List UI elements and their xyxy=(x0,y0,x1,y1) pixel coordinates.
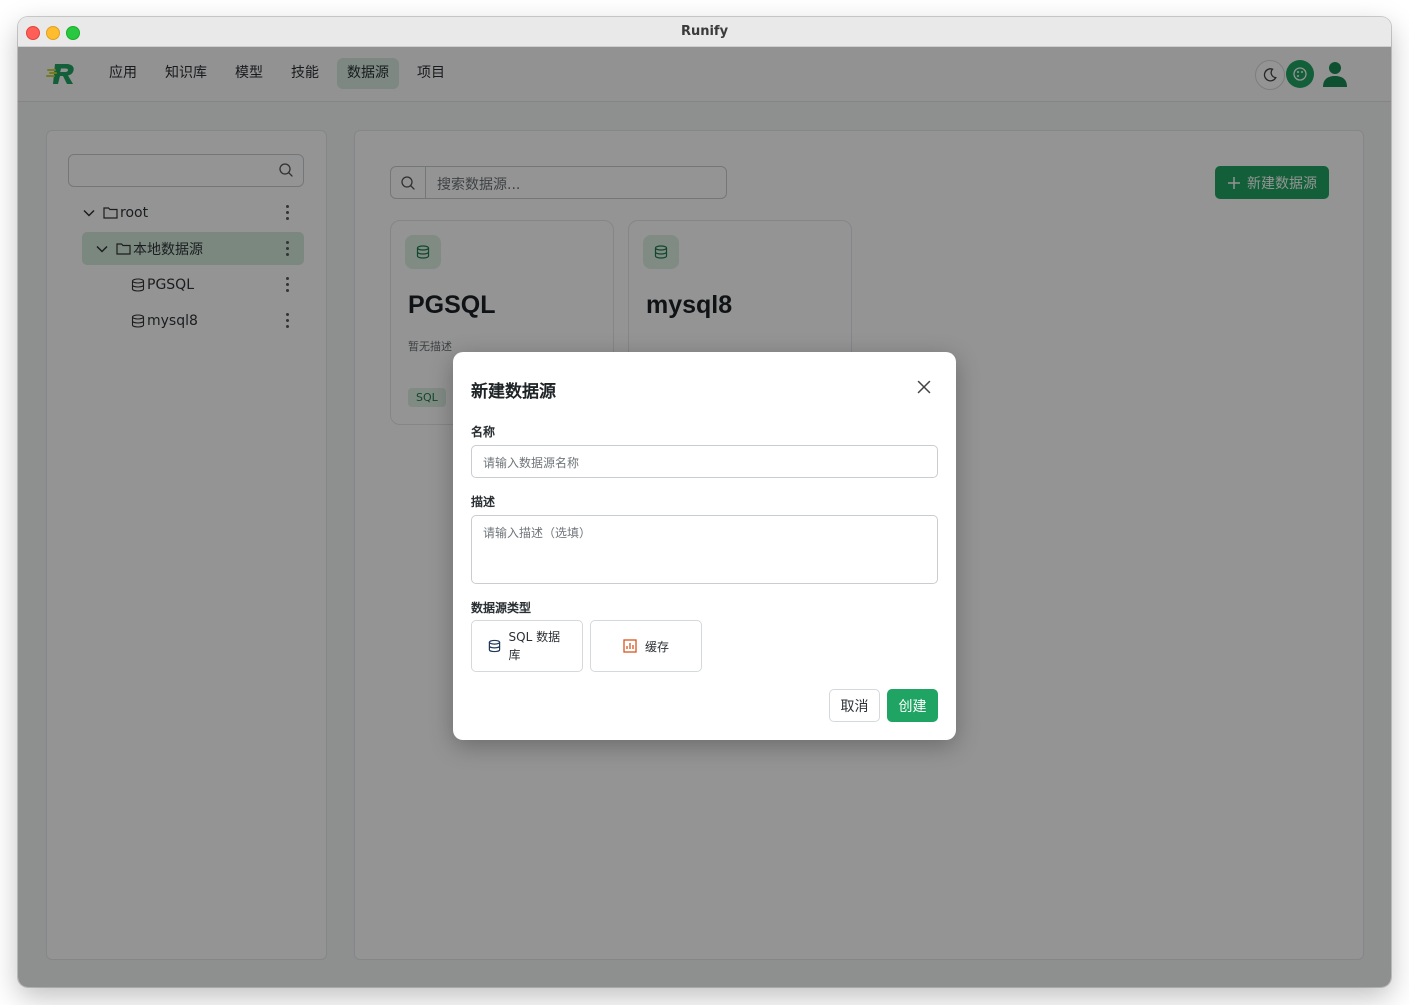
type-option-sql[interactable]: SQL 数据库 xyxy=(471,620,583,672)
bar-chart-icon xyxy=(623,639,637,653)
dialog-title: 新建数据源 xyxy=(471,382,556,402)
name-placeholder: 请输入数据源名称 xyxy=(483,456,580,470)
description-placeholder: 请输入描述（选填） xyxy=(483,526,592,540)
type-field-label: 数据源类型 xyxy=(471,601,532,615)
create-button[interactable]: 创建 xyxy=(887,689,938,722)
database-icon xyxy=(488,639,500,653)
cancel-button[interactable]: 取消 xyxy=(829,689,880,722)
description-field-label: 描述 xyxy=(471,495,496,509)
app-body: 应用 知识库 模型 技能 数据源 项目 root 本地数据源 PGSQL mys… xyxy=(18,47,1391,987)
type-option-cache[interactable]: 缓存 xyxy=(590,620,702,672)
new-datasource-dialog: 新建数据源 名称 请输入数据源名称 描述 请输入描述（选填） 数据源类型 SQL… xyxy=(453,352,956,740)
close-icon[interactable] xyxy=(916,379,932,395)
name-input[interactable]: 请输入数据源名称 xyxy=(471,445,938,478)
type-option-label: SQL 数据库 xyxy=(508,630,561,662)
title-bar: Runify xyxy=(18,17,1391,47)
description-textarea[interactable]: 请输入描述（选填） xyxy=(471,515,938,584)
app-window: Runify 应用 知识库 模型 技能 数据源 项目 root 本地数据源 PG… xyxy=(18,17,1391,987)
type-option-label: 缓存 xyxy=(644,639,669,654)
window-title: Runify xyxy=(680,24,729,39)
name-field-label: 名称 xyxy=(471,425,496,439)
